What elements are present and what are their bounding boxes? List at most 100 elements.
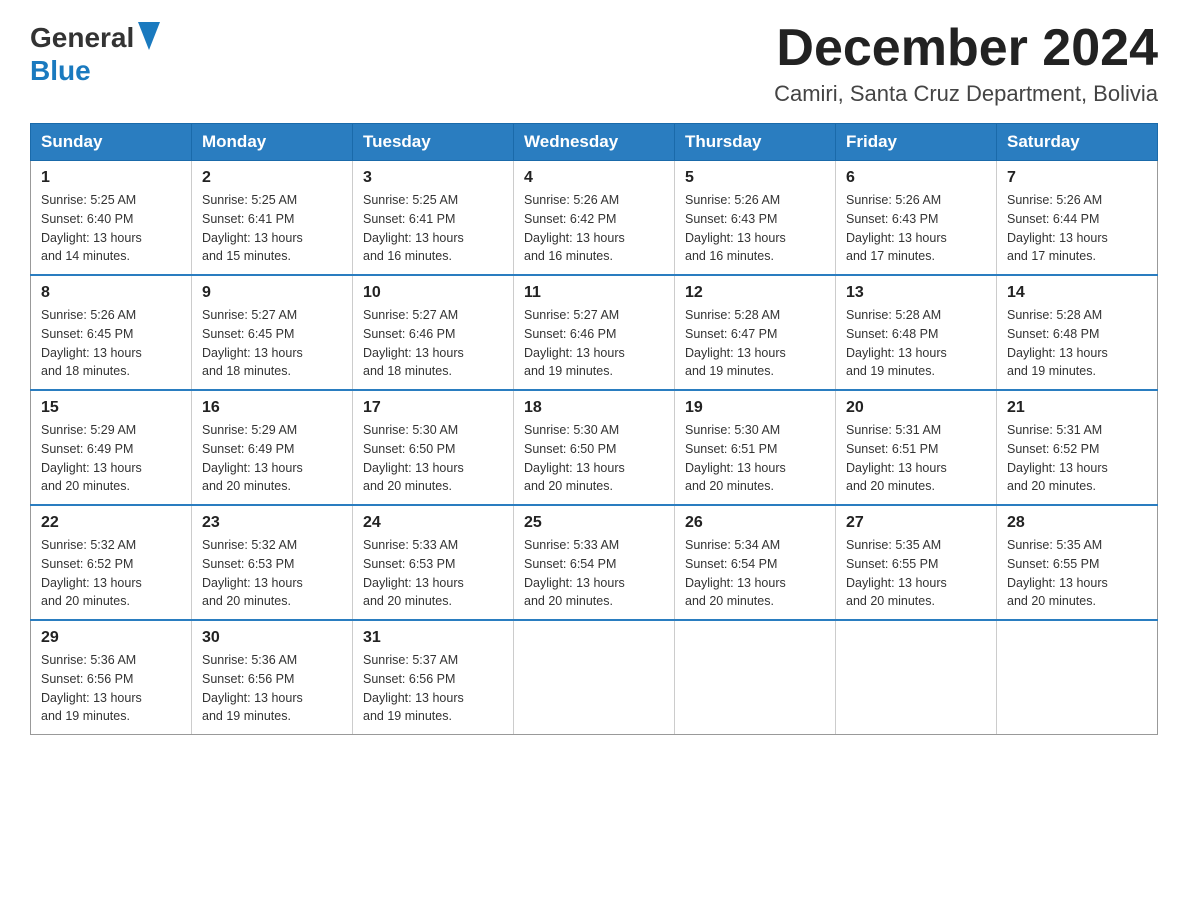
day-info: Sunrise: 5:26 AMSunset: 6:42 PMDaylight:… [524,191,664,266]
calendar-cell: 13Sunrise: 5:28 AMSunset: 6:48 PMDayligh… [836,275,997,390]
day-number: 27 [846,514,986,532]
weekday-header-thursday: Thursday [675,124,836,161]
day-number: 11 [524,284,664,302]
calendar-cell: 20 Sunrise: 5:31 AMSunset: 6:51 PMDayligh… [836,390,997,505]
day-number: 10 [363,284,503,302]
calendar-cell: 24 Sunrise: 5:33 AMSunset: 6:53 PMDayligh… [353,505,514,620]
calendar-cell: 22 Sunrise: 5:32 AMSunset: 6:52 PMDayligh… [31,505,192,620]
day-number: 16 [202,399,342,417]
day-number: 5 [685,169,825,187]
logo: General Blue [30,20,160,87]
calendar-cell: 23 Sunrise: 5:32 AMSunset: 6:53 PMDayligh… [192,505,353,620]
day-info: Sunrise: 5:26 AMSunset: 6:43 PMDaylight:… [685,191,825,266]
day-number: 19 [685,399,825,417]
weekday-header-monday: Monday [192,124,353,161]
day-number: 14 [1007,284,1147,302]
calendar-cell: 11 Sunrise: 5:27 AMSunset: 6:46 PMDayligh… [514,275,675,390]
calendar-cell: 21 Sunrise: 5:31 AMSunset: 6:52 PMDayligh… [997,390,1158,505]
calendar-cell: 6Sunrise: 5:26 AMSunset: 6:43 PMDaylight… [836,161,997,276]
logo-general: General [30,22,134,54]
calendar-week-row: 22 Sunrise: 5:32 AMSunset: 6:52 PMDayligh… [31,505,1158,620]
page-header: General Blue December 2024 Camiri, Santa… [30,20,1158,107]
day-info: Sunrise: 5:28 AMSunset: 6:48 PMDaylight:… [1007,306,1147,381]
day-number: 15 [41,399,181,417]
day-info: Sunrise: 5:36 AMSunset: 6:56 PMDaylight:… [202,651,342,726]
logo-blue: Blue [30,55,91,86]
logo-icon [136,20,160,55]
day-info: Sunrise: 5:31 AMSunset: 6:51 PMDaylight:… [846,421,986,496]
calendar-cell: 3 Sunrise: 5:25 AMSunset: 6:41 PMDaylight… [353,161,514,276]
day-number: 3 [363,169,503,187]
day-info: Sunrise: 5:30 AMSunset: 6:51 PMDaylight:… [685,421,825,496]
calendar-cell: 8 Sunrise: 5:26 AMSunset: 6:45 PMDaylight… [31,275,192,390]
day-number: 13 [846,284,986,302]
calendar-week-row: 8 Sunrise: 5:26 AMSunset: 6:45 PMDaylight… [31,275,1158,390]
day-info: Sunrise: 5:29 AMSunset: 6:49 PMDaylight:… [202,421,342,496]
day-info: Sunrise: 5:36 AMSunset: 6:56 PMDaylight:… [41,651,181,726]
calendar-cell: 31 Sunrise: 5:37 AMSunset: 6:56 PMDayligh… [353,620,514,735]
day-number: 28 [1007,514,1147,532]
day-number: 21 [1007,399,1147,417]
day-number: 20 [846,399,986,417]
month-title: December 2024 [774,20,1158,77]
day-info: Sunrise: 5:33 AMSunset: 6:54 PMDaylight:… [524,536,664,611]
day-info: Sunrise: 5:25 AMSunset: 6:40 PMDaylight:… [41,191,181,266]
day-info: Sunrise: 5:29 AMSunset: 6:49 PMDaylight:… [41,421,181,496]
day-number: 7 [1007,169,1147,187]
day-number: 17 [363,399,503,417]
calendar-cell: 26 Sunrise: 5:34 AMSunset: 6:54 PMDayligh… [675,505,836,620]
day-info: Sunrise: 5:26 AMSunset: 6:45 PMDaylight:… [41,306,181,381]
day-number: 2 [202,169,342,187]
calendar-cell: 18 Sunrise: 5:30 AMSunset: 6:50 PMDayligh… [514,390,675,505]
weekday-header-wednesday: Wednesday [514,124,675,161]
day-number: 29 [41,629,181,647]
day-number: 26 [685,514,825,532]
calendar-cell: 27Sunrise: 5:35 AMSunset: 6:55 PMDayligh… [836,505,997,620]
day-number: 24 [363,514,503,532]
calendar-cell: 28 Sunrise: 5:35 AMSunset: 6:55 PMDayligh… [997,505,1158,620]
day-info: Sunrise: 5:27 AMSunset: 6:46 PMDaylight:… [524,306,664,381]
calendar-cell: 7Sunrise: 5:26 AMSunset: 6:44 PMDaylight… [997,161,1158,276]
calendar-cell: 29 Sunrise: 5:36 AMSunset: 6:56 PMDayligh… [31,620,192,735]
calendar-cell: 15 Sunrise: 5:29 AMSunset: 6:49 PMDayligh… [31,390,192,505]
calendar-cell: 17 Sunrise: 5:30 AMSunset: 6:50 PMDayligh… [353,390,514,505]
day-number: 1 [41,169,181,187]
weekday-header-row: SundayMondayTuesdayWednesdayThursdayFrid… [31,124,1158,161]
day-number: 23 [202,514,342,532]
calendar-cell: 12Sunrise: 5:28 AMSunset: 6:47 PMDayligh… [675,275,836,390]
calendar-week-row: 15 Sunrise: 5:29 AMSunset: 6:49 PMDayligh… [31,390,1158,505]
calendar-table: SundayMondayTuesdayWednesdayThursdayFrid… [30,123,1158,735]
day-info: Sunrise: 5:37 AMSunset: 6:56 PMDaylight:… [363,651,503,726]
day-number: 25 [524,514,664,532]
day-info: Sunrise: 5:32 AMSunset: 6:53 PMDaylight:… [202,536,342,611]
calendar-cell [836,620,997,735]
day-number: 18 [524,399,664,417]
calendar-cell: 14 Sunrise: 5:28 AMSunset: 6:48 PMDayligh… [997,275,1158,390]
calendar-cell: 10Sunrise: 5:27 AMSunset: 6:46 PMDayligh… [353,275,514,390]
calendar-cell: 4Sunrise: 5:26 AMSunset: 6:42 PMDaylight… [514,161,675,276]
day-info: Sunrise: 5:25 AMSunset: 6:41 PMDaylight:… [363,191,503,266]
weekday-header-tuesday: Tuesday [353,124,514,161]
calendar-cell: 30Sunrise: 5:36 AMSunset: 6:56 PMDayligh… [192,620,353,735]
day-number: 22 [41,514,181,532]
day-info: Sunrise: 5:30 AMSunset: 6:50 PMDaylight:… [524,421,664,496]
calendar-week-row: 29 Sunrise: 5:36 AMSunset: 6:56 PMDayligh… [31,620,1158,735]
day-info: Sunrise: 5:32 AMSunset: 6:52 PMDaylight:… [41,536,181,611]
weekday-header-sunday: Sunday [31,124,192,161]
day-info: Sunrise: 5:26 AMSunset: 6:43 PMDaylight:… [846,191,986,266]
day-info: Sunrise: 5:27 AMSunset: 6:45 PMDaylight:… [202,306,342,381]
day-number: 8 [41,284,181,302]
day-number: 31 [363,629,503,647]
calendar-cell: 5 Sunrise: 5:26 AMSunset: 6:43 PMDaylight… [675,161,836,276]
calendar-week-row: 1 Sunrise: 5:25 AMSunset: 6:40 PMDaylight… [31,161,1158,276]
day-info: Sunrise: 5:31 AMSunset: 6:52 PMDaylight:… [1007,421,1147,496]
day-info: Sunrise: 5:33 AMSunset: 6:53 PMDaylight:… [363,536,503,611]
day-info: Sunrise: 5:34 AMSunset: 6:54 PMDaylight:… [685,536,825,611]
day-info: Sunrise: 5:30 AMSunset: 6:50 PMDaylight:… [363,421,503,496]
calendar-cell: 16 Sunrise: 5:29 AMSunset: 6:49 PMDayligh… [192,390,353,505]
day-info: Sunrise: 5:28 AMSunset: 6:47 PMDaylight:… [685,306,825,381]
calendar-cell: 9Sunrise: 5:27 AMSunset: 6:45 PMDaylight… [192,275,353,390]
calendar-cell [997,620,1158,735]
calendar-cell [675,620,836,735]
day-info: Sunrise: 5:35 AMSunset: 6:55 PMDaylight:… [1007,536,1147,611]
